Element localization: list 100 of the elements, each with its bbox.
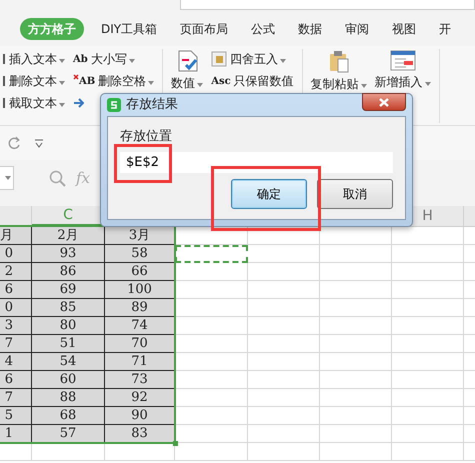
dropdown-button[interactable]: 删除空格 [98,72,154,90]
ribbon-tab[interactable]: 数据 [298,18,322,40]
delete-icon [73,74,79,80]
ribbon-tab[interactable]: 审阅 [345,18,370,40]
table-cell: 93 [32,245,105,263]
ribbon-tab[interactable]: 开 [439,18,452,40]
grid-cell [392,389,464,407]
table-cell: 68 [32,407,105,425]
table-cell: 0 [0,245,32,263]
grid-cell [248,425,320,443]
table-cell: 54 [32,353,105,371]
grid-cell [392,281,464,299]
dialog-button[interactable]: 取消 [317,179,393,209]
input-field[interactable]: $E$2 [120,152,393,173]
grid-cell [248,281,320,299]
form-icon [390,50,416,71]
table-cell: 57 [32,425,105,443]
clipboard-icon [328,50,350,73]
table-icon [211,51,228,67]
name-box[interactable] [0,166,14,190]
grid-cell [392,299,464,317]
grid-cell [320,317,392,335]
ribbon-tab[interactable]: 视图 [392,18,416,40]
dropdown-button[interactable]: 四舍五入 [230,50,286,68]
grid-cell [248,371,320,389]
grid-cell [320,335,392,353]
search-icon[interactable] [49,170,66,186]
icon-label: Asc [211,74,231,88]
input-field[interactable] [180,0,475,10]
grid-cell [320,407,392,425]
grid-cell [248,389,320,407]
grid-cell [320,245,392,263]
grid-cell [248,317,320,335]
grid-cell [392,317,464,335]
table-cell: 73 [105,371,175,389]
grid-cell [320,299,392,317]
table-cell: 4 [0,353,32,371]
table-cell: 5 [0,407,32,425]
table-cell: 3 [0,317,32,335]
grid-cell [248,407,320,425]
grid-cell [320,371,392,389]
table-cell: 74 [105,317,175,335]
table-cell: 7 [0,335,32,353]
text-icon [2,74,6,88]
table-cell: 69 [32,281,105,299]
grid-cell [392,425,464,443]
fill-handle[interactable] [173,441,178,446]
ribbon-tab[interactable]: 公式 [251,18,276,40]
table-cell: 2月 [32,227,105,245]
grid-cell [248,335,320,353]
grid-cell [248,353,320,371]
ribbon-button[interactable]: 只保留数值 [234,72,294,90]
table-cell: 83 [105,425,175,443]
ribbon-tab[interactable]: DIY工具箱 [101,18,158,40]
table-cell: 51 [32,335,105,353]
grid-cell [320,443,392,461]
table-cell: 60 [32,371,105,389]
table-cell: 89 [105,299,175,317]
arrow-icon [73,96,84,110]
grid-cell [392,263,464,281]
dialog-button[interactable]: 确定 [231,179,307,209]
table-cell: 88 [32,389,105,407]
dropdown-button[interactable]: 数值 [171,74,204,92]
caret-icon [4,176,10,180]
text-icon [2,96,6,110]
table-cell: 3月 [105,227,175,245]
redo-icon[interactable] [6,135,22,151]
table-cell: 92 [105,389,175,407]
field-label: 存放位置 [120,128,173,146]
dropdown-button[interactable]: 复制粘贴 [310,75,367,93]
table-cell: 80 [32,317,105,335]
document-check-icon [176,50,199,72]
grid-cell [248,245,320,263]
grid-cell [392,245,464,263]
ribbon-tab[interactable]: 页面布局 [180,18,228,40]
grid-cell [320,425,392,443]
table-cell: 90 [105,407,175,425]
table-cell: 月 [0,227,32,245]
grid-cell [248,299,320,317]
close-button[interactable] [362,93,406,111]
dropdown-button[interactable]: 大小写 [90,50,135,68]
grid-cell [320,353,392,371]
caret-icon[interactable] [34,138,44,148]
dropdown-button[interactable]: 新增插入 [374,73,431,91]
table-cell: 86 [32,263,105,281]
icon-label: Ab [73,52,88,66]
grid-cell [248,443,320,461]
table-cell: 6 [0,371,32,389]
dropdown-button[interactable]: 删除文本 [9,72,65,90]
grid-cell [392,443,464,461]
grid-cell [392,407,464,425]
dropdown-button[interactable]: 插入文本 [9,50,65,68]
table-cell: 100 [105,281,175,299]
grid-cell [0,443,32,461]
grid-cell [392,335,464,353]
table-cell: 7 [0,389,32,407]
close-icon [378,96,390,108]
text-icon [2,52,6,66]
table-cell: 66 [105,263,175,281]
dropdown-button[interactable]: 截取文本 [9,94,65,112]
